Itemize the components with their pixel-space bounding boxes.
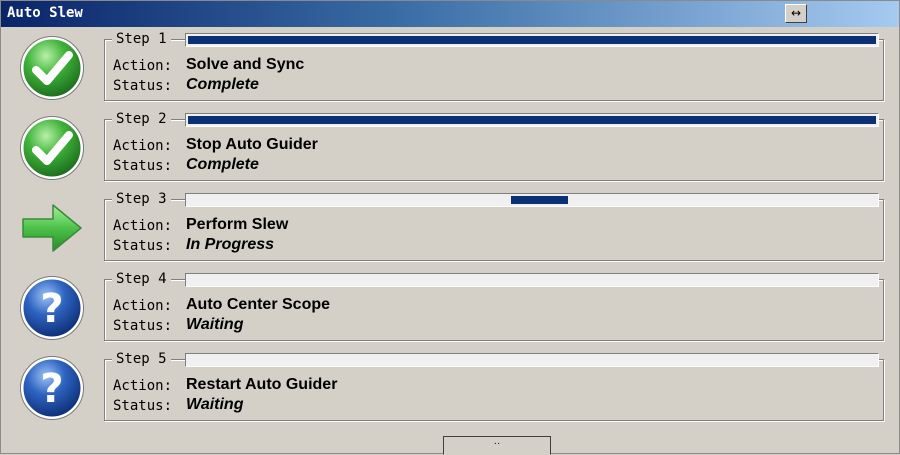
svg-text:?: ? [40,286,63,332]
step-5: ? Step 5 Action: Restart Auto Guider Sta… [1,351,899,425]
status-value: Complete [186,76,259,93]
status-label: Status: [113,158,173,174]
check-icon [20,116,84,180]
dots-icon: ·· [493,438,501,449]
progress-marquee [511,196,568,204]
step-label: Step 1 [112,31,171,47]
step-progress-bar [185,113,879,127]
auto-slew-window: Auto Slew ↔ Step 1 Action: Solve and Syn… [0,0,900,455]
status-label: Status: [113,398,173,414]
status-label: Status: [113,318,173,334]
resize-toggle-button[interactable]: ↔ [785,4,807,23]
step-3: Step 3 Action: Perform Slew Status: In P… [1,191,899,265]
action-value: Solve and Sync [186,56,305,73]
status-value: Waiting [186,396,244,413]
status-label: Status: [113,78,173,94]
step-label: Step 4 [112,271,171,287]
step-1: Step 1 Action: Solve and Sync Status: Co… [1,31,899,105]
action-value: Restart Auto Guider [186,376,338,393]
step-label: Step 5 [112,351,171,367]
double-arrow-icon: ↔ [790,6,802,20]
action-label: Action: [113,298,173,314]
svg-text:?: ? [40,366,63,412]
action-value: Auto Center Scope [186,296,331,313]
progress-fill [188,116,876,124]
title-bar[interactable]: Auto Slew ↔ [1,1,899,27]
status-value: Complete [186,156,259,173]
step-progress-bar [185,193,879,207]
arrow-right-icon [22,204,82,252]
check-icon [20,36,84,100]
action-value: Stop Auto Guider [186,136,318,153]
step-label: Step 2 [112,111,171,127]
question-icon: ? [20,276,84,340]
step-progress-bar [185,273,879,287]
status-value: In Progress [186,236,275,253]
action-label: Action: [113,378,173,394]
action-label: Action: [113,58,173,74]
progress-fill [188,36,876,44]
action-label: Action: [113,218,173,234]
question-icon: ? [20,356,84,420]
step-progress-bar [185,33,879,47]
step-2: Step 2 Action: Stop Auto Guider Status: … [1,111,899,185]
bottom-button[interactable]: ·· [443,436,551,455]
step-progress-bar [185,353,879,367]
status-label: Status: [113,238,173,254]
step-label: Step 3 [112,191,171,207]
action-value: Perform Slew [186,216,289,233]
step-4: ? Step 4 Action: Auto Center Scope Statu… [1,271,899,345]
window-title: Auto Slew [7,5,83,21]
status-value: Waiting [186,316,244,333]
action-label: Action: [113,138,173,154]
